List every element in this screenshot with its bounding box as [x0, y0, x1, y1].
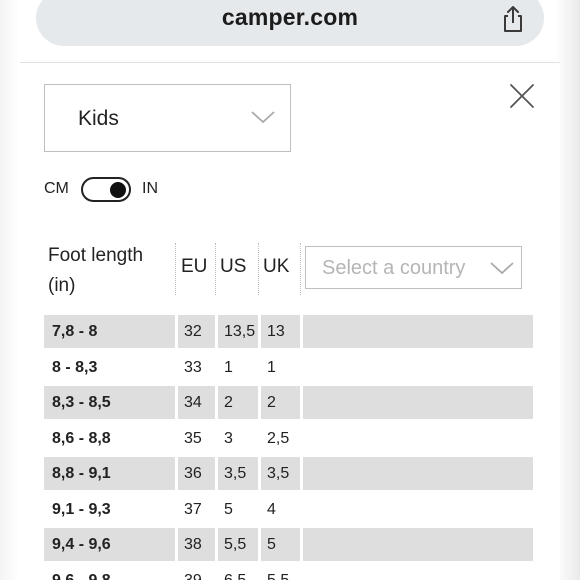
cell-country	[303, 422, 533, 455]
unit-switch-row: CM IN	[44, 177, 244, 203]
unit-label-cm[interactable]: CM	[44, 180, 69, 198]
cell-eu: 33	[184, 358, 202, 376]
header-eu: EU	[181, 256, 208, 277]
unit-toggle[interactable]	[81, 177, 131, 202]
cell-us: 6,5	[224, 571, 247, 580]
cell-foot-length: 9,1 - 9,3	[52, 500, 111, 518]
table-row: 9,1 - 9,3 37 5 4	[44, 493, 534, 529]
cell-eu: 38	[178, 528, 215, 561]
header-us: US	[220, 256, 247, 277]
table-row: 7,8 - 8 32 13,5 13	[44, 315, 534, 351]
cell-foot-length: 8,6 - 8,8	[52, 429, 111, 447]
header-divider	[175, 243, 176, 295]
cell-us: 3,5	[218, 457, 258, 490]
category-selected-value: Kids	[78, 107, 119, 130]
header-foot-length-unit: (in)	[48, 275, 76, 296]
country-dropdown[interactable]: Select a country	[305, 246, 522, 289]
close-button[interactable]	[507, 81, 537, 111]
cell-country	[303, 564, 533, 580]
unit-label-in[interactable]: IN	[142, 180, 158, 198]
cell-eu: 34	[178, 386, 215, 419]
header-uk: UK	[263, 256, 290, 277]
cell-eu: 37	[184, 500, 202, 518]
header-divider	[300, 243, 301, 295]
table-row: 8 - 8,3 33 1 1	[44, 351, 534, 387]
cell-uk: 2,5	[267, 429, 290, 447]
cell-uk: 5	[261, 528, 300, 561]
cell-foot-length: 8,3 - 8,5	[44, 386, 175, 419]
header-foot-length: Foot length (in)	[48, 241, 178, 301]
address-bar[interactable]: camper.com	[36, 0, 544, 46]
cell-uk: 3,5	[261, 457, 300, 490]
cell-eu: 32	[178, 315, 215, 348]
url-text: camper.com	[221, 4, 359, 30]
cell-country	[303, 386, 533, 419]
country-placeholder: Select a country	[322, 257, 466, 279]
cell-country	[303, 457, 533, 490]
cell-us: 5,5	[218, 528, 258, 561]
toggle-knob	[110, 181, 126, 198]
size-guide-modal: Kids CM IN Foot length (in) EU US UK Sel…	[20, 63, 560, 580]
cell-us: 5	[224, 500, 233, 518]
category-dropdown[interactable]: Kids	[44, 84, 291, 152]
header-foot-length-title: Foot length	[48, 245, 144, 266]
cell-country	[303, 315, 533, 348]
cell-uk: 13	[261, 315, 300, 348]
table-row: 8,8 - 9,1 36 3,5 3,5	[44, 457, 534, 493]
table-row: 9,4 - 9,6 38 5,5 5	[44, 528, 534, 564]
cell-uk: 5,5	[267, 571, 290, 580]
cell-foot-length: 9,6 - 9,8	[52, 571, 111, 580]
cell-foot-length: 7,8 - 8	[44, 315, 175, 348]
table-row: 8,6 - 8,8 35 3 2,5	[44, 422, 534, 458]
header-divider	[258, 243, 259, 295]
chevron-down-icon	[251, 111, 275, 124]
cell-uk: 2	[261, 386, 300, 419]
cell-uk: 4	[267, 500, 276, 518]
cell-eu: 36	[178, 457, 215, 490]
share-button[interactable]	[498, 4, 528, 34]
cell-foot-length: 9,4 - 9,6	[44, 528, 175, 561]
table-row: 8,3 - 8,5 34 2 2	[44, 386, 534, 422]
header-divider	[215, 243, 216, 295]
cell-us: 13,5	[218, 315, 258, 348]
cell-foot-length: 8 - 8,3	[52, 358, 98, 376]
cell-country	[303, 493, 533, 526]
cell-eu: 35	[184, 429, 202, 447]
cell-eu: 39	[184, 571, 202, 580]
share-icon	[504, 6, 522, 32]
cell-us: 1	[224, 358, 233, 376]
cell-us: 3	[224, 429, 233, 447]
cell-us: 2	[218, 386, 258, 419]
close-icon	[510, 84, 534, 108]
table-row: 9,6 - 9,8 39 6,5 5,5	[44, 564, 534, 580]
size-table-body: 7,8 - 8 32 13,5 13 8 - 8,3 33 1 1 8,3 - …	[44, 315, 534, 580]
cell-uk: 1	[267, 358, 276, 376]
cell-country	[303, 528, 533, 561]
cell-country	[303, 351, 533, 384]
chevron-down-icon	[490, 262, 514, 275]
cell-foot-length: 8,8 - 9,1	[44, 457, 175, 490]
